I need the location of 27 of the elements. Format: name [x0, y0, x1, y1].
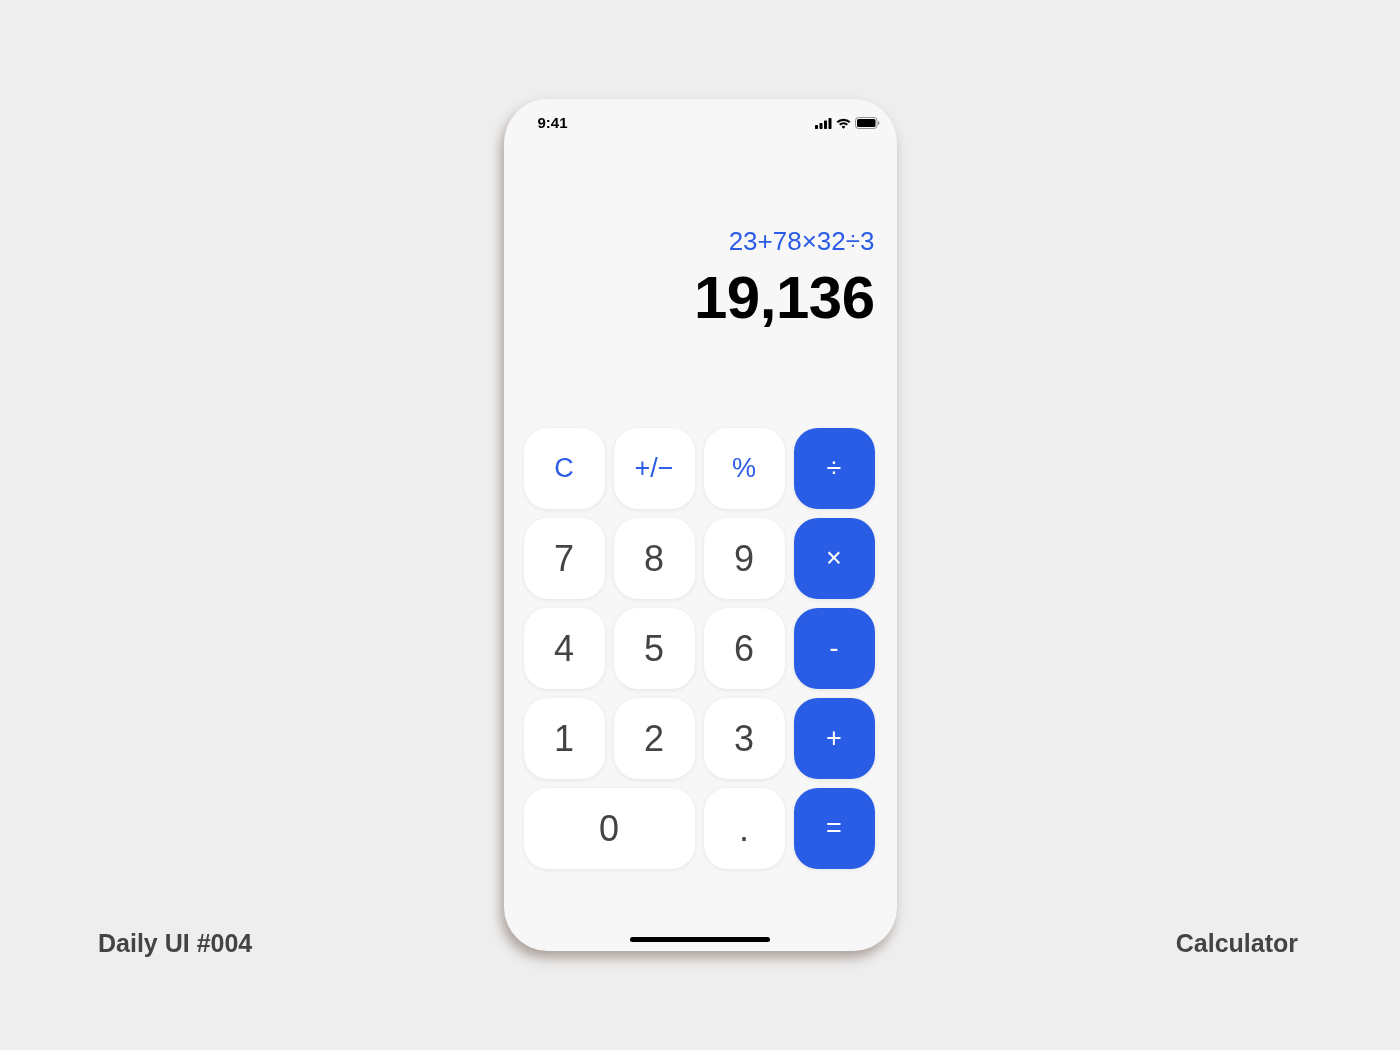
keypad-key[interactable]: +/− [613, 428, 695, 509]
caption-text: Daily UI #004 [98, 929, 253, 957]
keypad-key[interactable]: 8 [613, 518, 695, 599]
keypad-key[interactable]: 2 [613, 698, 695, 779]
wifi-icon [835, 117, 851, 129]
battery-icon [854, 117, 880, 129]
status-time: 9:41 [537, 114, 568, 132]
keypad-key[interactable]: 4 [523, 608, 605, 689]
keypad-key[interactable]: C [523, 428, 605, 509]
keypad-key[interactable]: × [793, 518, 875, 599]
keypad-key[interactable]: 9 [703, 518, 785, 599]
expression-text: 23+78×32÷3 [728, 226, 875, 256]
keypad-key[interactable]: . [703, 788, 785, 869]
keypad-key[interactable]: 1 [523, 698, 605, 779]
keypad-key[interactable]: 0 [523, 788, 695, 869]
result-text: 19,136 [694, 268, 875, 328]
keypad-key[interactable]: 3 [703, 698, 785, 779]
keypad-key[interactable]: ÷ [793, 428, 875, 509]
keypad-key[interactable]: 7 [523, 518, 605, 599]
keypad-key[interactable]: + [793, 698, 875, 779]
keypad-key[interactable]: % [703, 428, 785, 509]
keypad-key[interactable]: 5 [613, 608, 695, 689]
signal-icon [814, 117, 832, 129]
keypad-key[interactable]: = [793, 788, 875, 869]
keypad-key[interactable]: 6 [703, 608, 785, 689]
keypad-key[interactable]: - [793, 608, 875, 689]
caption-text: Calculator [1175, 929, 1298, 957]
